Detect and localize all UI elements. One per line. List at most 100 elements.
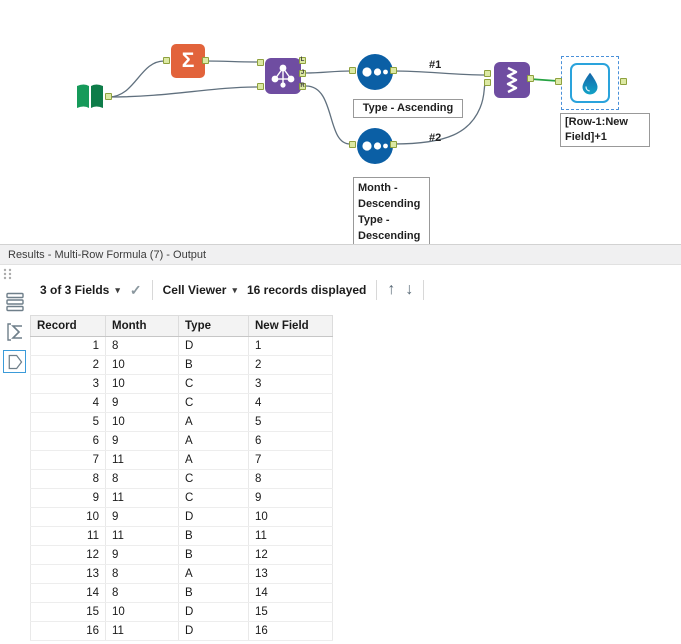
join-output-r-anchor[interactable]: R: [299, 83, 306, 90]
multirow-output-anchor[interactable]: [620, 78, 627, 85]
table-row[interactable]: 9 11 C 9: [30, 488, 333, 508]
apply-check-icon[interactable]: ✓: [130, 282, 142, 299]
cell-month[interactable]: 9: [105, 393, 179, 413]
cell-record[interactable]: 10: [30, 507, 106, 527]
cell-new-field[interactable]: 2: [248, 355, 333, 375]
cell-new-field[interactable]: 8: [248, 469, 333, 489]
cell-new-field[interactable]: 12: [248, 545, 333, 565]
cell-type[interactable]: C: [178, 393, 249, 413]
cell-record[interactable]: 5: [30, 412, 106, 432]
sort1-annotation[interactable]: Type - Ascending: [353, 99, 463, 118]
cell-new-field[interactable]: 13: [248, 564, 333, 584]
fields-dropdown[interactable]: 3 of 3 Fields ▾: [40, 283, 120, 297]
cell-record[interactable]: 15: [30, 602, 106, 622]
cell-month[interactable]: 10: [105, 374, 179, 394]
sort2-annotation[interactable]: Month - Descending Type - Descending: [353, 177, 430, 244]
cell-type[interactable]: B: [178, 526, 249, 546]
holding-pen-icon[interactable]: [3, 350, 26, 373]
cell-new-field[interactable]: 7: [248, 450, 333, 470]
cell-month[interactable]: 11: [105, 488, 179, 508]
union-tool[interactable]: [494, 62, 530, 98]
sort1-output-anchor[interactable]: [390, 67, 397, 74]
column-header-month[interactable]: Month: [105, 315, 179, 337]
cell-record[interactable]: 8: [30, 469, 106, 489]
cell-month[interactable]: 11: [105, 621, 179, 641]
cell-type[interactable]: A: [178, 431, 249, 451]
cell-record[interactable]: 2: [30, 355, 106, 375]
cell-month[interactable]: 8: [105, 583, 179, 603]
table-row[interactable]: 5 10 A 5: [30, 412, 333, 432]
multirow-annotation[interactable]: [Row-1:New Field]+1: [560, 113, 650, 147]
table-row[interactable]: 2 10 B 2: [30, 355, 333, 375]
union-input-anchor-2[interactable]: [484, 79, 491, 86]
cell-new-field[interactable]: 4: [248, 393, 333, 413]
cell-type[interactable]: A: [178, 564, 249, 584]
union-input-anchor-1[interactable]: [484, 70, 491, 77]
cell-month[interactable]: 10: [105, 602, 179, 622]
sort1-input-anchor[interactable]: [349, 67, 356, 74]
cell-type[interactable]: A: [178, 412, 249, 432]
cell-new-field[interactable]: 10: [248, 507, 333, 527]
cell-new-field[interactable]: 5: [248, 412, 333, 432]
metadata-sigma-icon[interactable]: [3, 320, 26, 343]
cell-type[interactable]: B: [178, 583, 249, 603]
cell-record[interactable]: 13: [30, 564, 106, 584]
cell-new-field[interactable]: 9: [248, 488, 333, 508]
table-row[interactable]: 15 10 D 15: [30, 602, 333, 622]
union-output-anchor[interactable]: [527, 75, 534, 82]
cell-viewer-dropdown[interactable]: Cell Viewer ▾: [163, 283, 237, 297]
table-row[interactable]: 69A6: [30, 431, 333, 451]
cell-new-field[interactable]: 1: [248, 336, 333, 356]
cell-record[interactable]: 6: [30, 431, 106, 451]
cell-month[interactable]: 8: [105, 564, 179, 584]
table-row[interactable]: 3 10 C 3: [30, 374, 333, 394]
cell-record[interactable]: 7: [30, 450, 106, 470]
cell-record[interactable]: 14: [30, 583, 106, 603]
cell-new-field[interactable]: 6: [248, 431, 333, 451]
column-header-type[interactable]: Type: [178, 315, 249, 337]
join-tool[interactable]: [265, 58, 301, 94]
cell-record[interactable]: 9: [30, 488, 106, 508]
workflow-canvas[interactable]: Σ L J R Type - Ascending Month - Descend…: [0, 0, 681, 245]
cell-new-field[interactable]: 14: [248, 583, 333, 603]
cell-record[interactable]: 4: [30, 393, 106, 413]
summarize-tool[interactable]: Σ: [171, 44, 205, 78]
panel-grip-icon[interactable]: [2, 267, 30, 286]
input-data-tool[interactable]: [72, 79, 108, 115]
cell-record[interactable]: 1: [30, 336, 106, 356]
join-output-j-anchor[interactable]: J: [299, 70, 306, 77]
arrow-down-icon[interactable]: ↓: [405, 282, 413, 298]
table-row[interactable]: 7 11 A 7: [30, 450, 333, 470]
arrow-up-icon[interactable]: ↑: [387, 282, 395, 298]
sort-tool-1[interactable]: [357, 54, 393, 90]
cell-month[interactable]: 11: [105, 450, 179, 470]
column-header-record[interactable]: Record: [30, 315, 106, 337]
cell-type[interactable]: D: [178, 621, 249, 641]
summarize-input-anchor[interactable]: [163, 57, 170, 64]
sort-tool-2[interactable]: [357, 128, 393, 164]
table-row[interactable]: 49C4: [30, 393, 333, 413]
cell-month[interactable]: 9: [105, 431, 179, 451]
cell-type[interactable]: D: [178, 602, 249, 622]
join-input-r-anchor[interactable]: [257, 83, 264, 90]
cell-type[interactable]: D: [178, 507, 249, 527]
cell-month[interactable]: 10: [105, 412, 179, 432]
cell-type[interactable]: B: [178, 545, 249, 565]
input-output-anchor[interactable]: [105, 93, 112, 100]
cell-record[interactable]: 11: [30, 526, 106, 546]
cell-month[interactable]: 8: [105, 469, 179, 489]
table-row[interactable]: 10 9 D 10: [30, 507, 333, 527]
cell-type[interactable]: B: [178, 355, 249, 375]
table-row[interactable]: 16 11 D 16: [30, 621, 333, 641]
cell-month[interactable]: 9: [105, 545, 179, 565]
sort2-input-anchor[interactable]: [349, 141, 356, 148]
cell-type[interactable]: D: [178, 336, 249, 356]
multirow-input-anchor[interactable]: [555, 78, 562, 85]
cell-month[interactable]: 10: [105, 355, 179, 375]
cell-new-field[interactable]: 16: [248, 621, 333, 641]
table-row[interactable]: 18D1: [30, 336, 333, 356]
table-row[interactable]: 88C8: [30, 469, 333, 489]
cell-new-field[interactable]: 15: [248, 602, 333, 622]
table-row[interactable]: 14 8 B 14: [30, 583, 333, 603]
sort2-output-anchor[interactable]: [390, 141, 397, 148]
